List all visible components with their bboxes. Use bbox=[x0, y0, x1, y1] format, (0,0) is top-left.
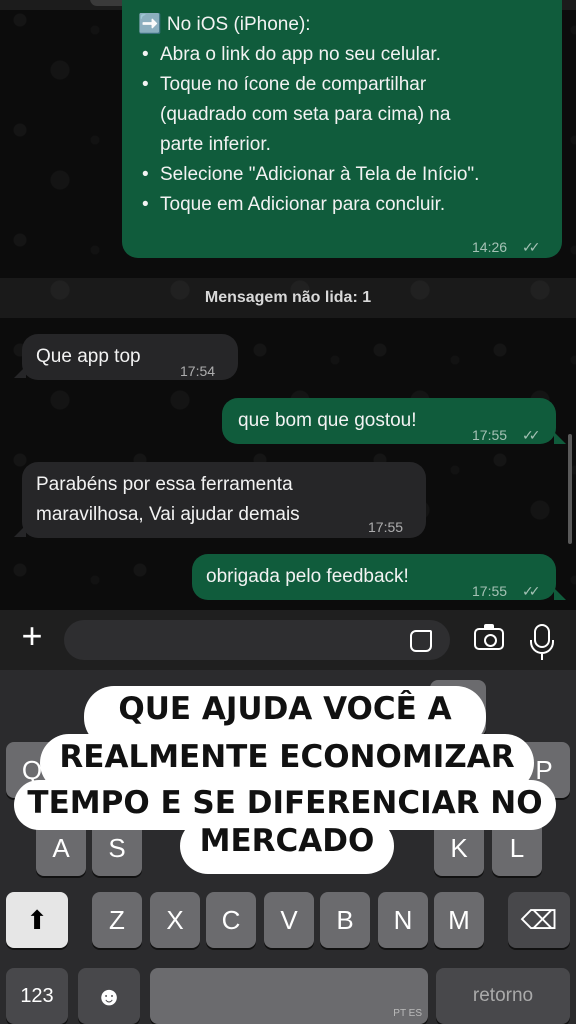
message-text-line1: Parabéns por essa ferramenta bbox=[36, 474, 293, 495]
message-time: 17:55 bbox=[368, 519, 404, 535]
message-bubble-ios-instructions[interactable]: ➡️ No iOS (iPhone): • Abra o link do app… bbox=[122, 0, 562, 258]
bullet-dot: • bbox=[142, 164, 149, 185]
scroll-indicator[interactable] bbox=[568, 434, 572, 544]
message-text-line2: maravilhosa, Vai ajudar demais bbox=[36, 504, 300, 525]
message-time: 14:26 bbox=[472, 239, 508, 255]
message-bubble-outgoing[interactable]: obrigada pelo feedback! 17:55 ✓✓ bbox=[192, 554, 556, 600]
message-text: obrigada pelo feedback! bbox=[206, 566, 409, 587]
key-n[interactable]: N bbox=[378, 892, 428, 948]
key-z[interactable]: Z bbox=[92, 892, 142, 948]
read-ticks-icon: ✓✓ bbox=[522, 583, 541, 599]
space-key[interactable]: PT ES bbox=[150, 968, 428, 1024]
bubble-tail bbox=[554, 432, 566, 444]
shift-key[interactable]: ⬆ bbox=[6, 892, 68, 948]
ios-bullet-2-cont2: parte inferior. bbox=[160, 134, 271, 155]
emoji-icon: ☻ bbox=[95, 981, 123, 1011]
message-bubble-incoming[interactable]: Que app top 17:54 bbox=[22, 334, 238, 380]
message-bubble-incoming[interactable]: Parabéns por essa ferramenta maravilhosa… bbox=[22, 462, 426, 538]
ios-bullet-3: Selecione "Adicionar à Tela de Início". bbox=[160, 164, 480, 185]
read-ticks-icon: ✓✓ bbox=[522, 427, 541, 443]
emoji-key[interactable]: ☻ bbox=[78, 968, 140, 1024]
message-input[interactable] bbox=[64, 620, 450, 660]
return-key[interactable]: retorno bbox=[436, 968, 570, 1024]
delete-icon: ⌫ bbox=[520, 905, 558, 935]
delete-key[interactable]: ⌫ bbox=[508, 892, 570, 948]
message-time: 17:55 bbox=[472, 427, 508, 443]
message-text: que bom que gostou! bbox=[238, 410, 417, 431]
chat-area: ➡️ No iOS (iPhone): • Abra o link do app… bbox=[0, 0, 576, 610]
message-input-bar: + bbox=[0, 610, 576, 670]
key-x[interactable]: X bbox=[150, 892, 200, 948]
ios-bullet-2-cont: (quadrado com seta para cima) na bbox=[160, 104, 451, 125]
shift-icon: ⬆ bbox=[26, 905, 48, 935]
bullet-dot: • bbox=[142, 44, 149, 65]
ios-bullet-1: Abra o link do app no seu celular. bbox=[160, 44, 441, 65]
caption-line-4: MERCADO bbox=[180, 818, 394, 874]
numbers-key[interactable]: 123 bbox=[6, 968, 68, 1024]
key-b[interactable]: B bbox=[320, 892, 370, 948]
sticker-icon[interactable] bbox=[410, 630, 432, 652]
ios-header: ➡️ No iOS (iPhone): bbox=[138, 14, 311, 35]
key-c[interactable]: C bbox=[206, 892, 256, 948]
microphone-stand bbox=[530, 640, 554, 654]
microphone-leg bbox=[541, 654, 543, 660]
unread-divider: Mensagem não lida: 1 bbox=[0, 278, 576, 318]
bullet-dot: • bbox=[142, 194, 149, 215]
message-bubble-outgoing[interactable]: que bom que gostou! 17:55 ✓✓ bbox=[222, 398, 556, 444]
message-time: 17:55 bbox=[472, 583, 508, 599]
key-m[interactable]: M bbox=[434, 892, 484, 948]
message-text: Que app top bbox=[36, 346, 141, 367]
bullet-dot: • bbox=[142, 74, 149, 95]
attach-plus-icon[interactable]: + bbox=[14, 618, 50, 656]
ios-bullet-4: Toque em Adicionar para concluir. bbox=[160, 194, 446, 215]
key-v[interactable]: V bbox=[264, 892, 314, 948]
language-label: PT ES bbox=[393, 1008, 422, 1019]
message-time: 17:54 bbox=[180, 363, 216, 379]
ios-bullet-2: Toque no ícone de compartilhar bbox=[160, 74, 427, 95]
bubble-tail bbox=[554, 588, 566, 600]
read-ticks-icon: ✓✓ bbox=[522, 239, 541, 255]
camera-icon[interactable] bbox=[474, 624, 504, 650]
